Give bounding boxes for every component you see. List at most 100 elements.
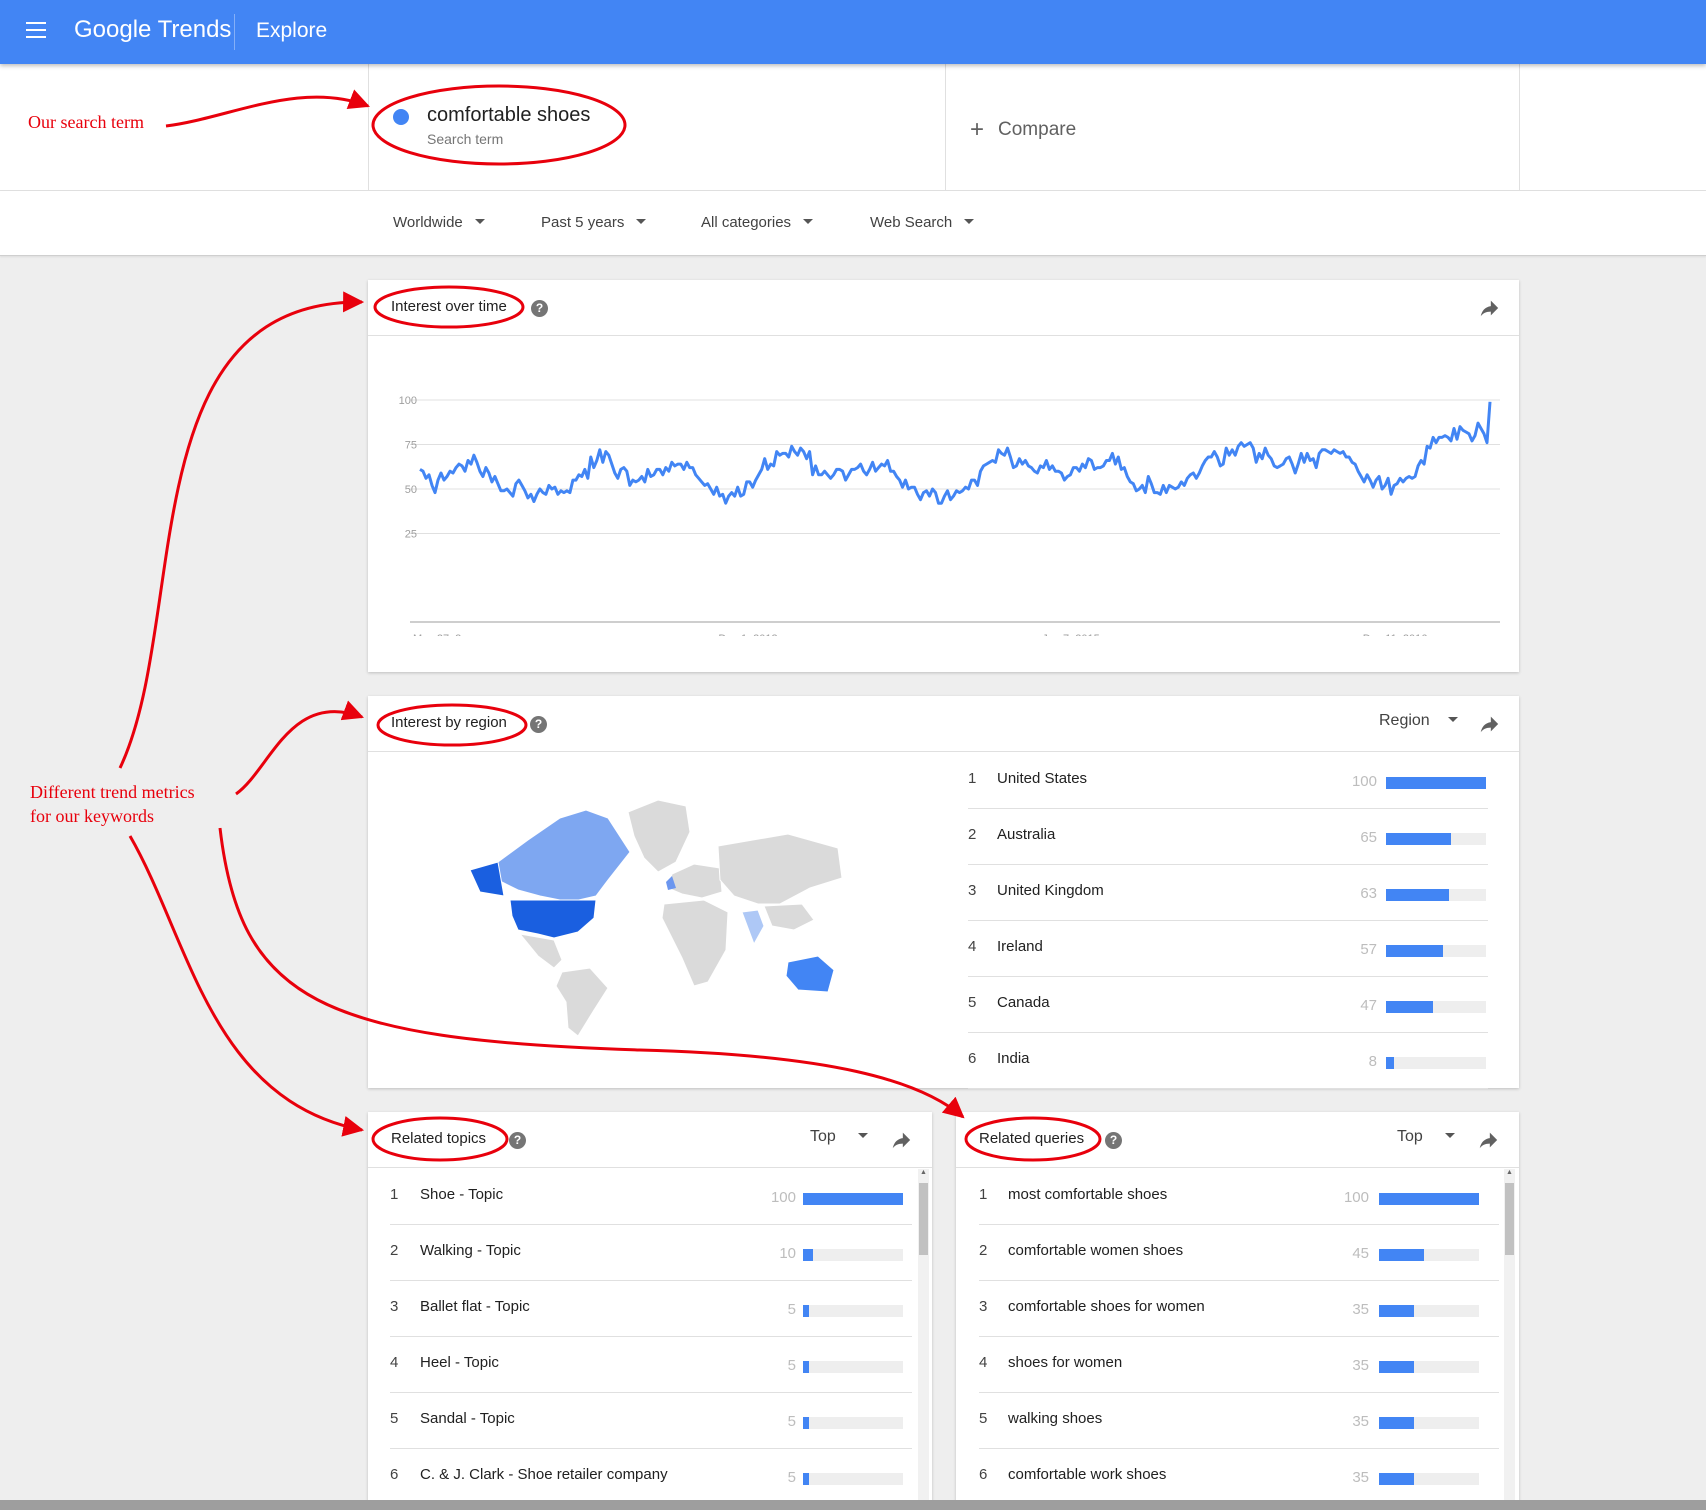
item-label[interactable]: walking shoes [1008,1410,1102,1427]
value-bar [803,1473,903,1485]
scrollbar-thumb[interactable] [1505,1183,1514,1255]
filter-time-label: Past 5 years [541,214,625,231]
caret-down-icon [1444,1133,1455,1138]
item-label[interactable]: shoes for women [1008,1354,1122,1371]
x-tick-label: Dec 1, 2013 [718,633,777,636]
card-title: Interest by region [391,714,507,731]
filter-property[interactable]: Web Search [870,214,975,231]
item-value: 47 [1360,997,1377,1014]
item-label[interactable]: United Kingdom [997,882,1104,899]
scroll-up-icon[interactable]: ▲ [1506,1169,1513,1176]
list-item[interactable]: 4 Heel - Topic 5 [390,1336,912,1393]
scrollbar[interactable]: ▲ [1504,1169,1515,1506]
share-icon[interactable] [1478,713,1500,735]
value-bar [1386,889,1486,901]
list-item[interactable]: 6 comfortable work shoes 35 [979,1448,1499,1505]
value-bar-fill [1379,1361,1414,1373]
annotation-arrow [235,700,364,796]
annotation-arrow [118,291,365,769]
y-tick-label: 100 [399,395,417,407]
queries-dropdown[interactable]: Top [1397,1128,1455,1146]
item-label[interactable]: C. & J. Clark - Shoe retailer company [420,1466,668,1483]
item-label[interactable]: Australia [997,826,1055,843]
search-term-chip[interactable]: comfortable shoes Search term [368,64,946,190]
item-label[interactable]: Canada [997,994,1050,1011]
item-label[interactable]: most comfortable shoes [1008,1186,1167,1203]
item-value: 35 [1352,1301,1369,1318]
item-value: 100 [770,1189,796,1206]
value-bar-fill [1379,1305,1414,1317]
help-icon[interactable]: ? [531,300,548,317]
search-term-text[interactable]: comfortable shoes [427,104,590,127]
item-label[interactable]: comfortable women shoes [1008,1242,1183,1259]
item-rank: 4 [979,1354,988,1371]
dropdown-label: Top [1397,1128,1423,1145]
divider [234,14,235,50]
list-item[interactable]: 3 comfortable shoes for women 35 [979,1280,1499,1337]
list-item[interactable]: 3 United Kingdom 63 [968,864,1488,921]
help-icon[interactable]: ? [509,1132,526,1149]
item-label[interactable]: Walking - Topic [420,1242,521,1259]
value-bar [1386,945,1486,957]
interest-over-time-card: Interest over time ? 100 75 50 25 May 27, 2… [368,280,1519,672]
card-header: Interest by region ? Region [368,696,1519,752]
value-bar-fill [803,1417,809,1429]
list-item[interactable]: 5 Canada 47 [968,976,1488,1033]
help-icon[interactable]: ? [530,716,547,733]
region-dropdown[interactable]: Region [1379,712,1458,730]
item-label[interactable]: comfortable shoes for women [1008,1298,1205,1315]
interest-over-time-chart[interactable]: 100 75 50 25 May 27, 2... Dec 1, 2013 Jun 7, … [368,336,1519,636]
share-icon[interactable] [1477,1129,1499,1151]
annotation-arrow [128,835,365,1137]
item-rank: 5 [390,1410,399,1427]
search-term-type: Search term [427,131,504,147]
item-label[interactable]: Sandal - Topic [420,1410,515,1427]
annotation-search-term: Our search term [28,112,144,132]
item-label[interactable]: Shoe - Topic [420,1186,503,1203]
scrollbar-thumb[interactable] [919,1183,928,1255]
filter-category[interactable]: All categories [701,214,814,231]
list-item[interactable]: 1 United States 100 [968,752,1488,809]
list-item[interactable]: 2 Australia 65 [968,808,1488,865]
caret-down-icon [636,219,647,224]
compare-button[interactable]: + Compare [970,116,1076,144]
item-label[interactable]: Heel - Topic [420,1354,499,1371]
topics-scroll-area: 1 Shoe - Topic 100 2 Walking - Topic 10 3 Balle… [368,1168,932,1506]
filter-time[interactable]: Past 5 years [541,214,647,231]
list-item[interactable]: 4 Ireland 57 [968,920,1488,977]
item-label[interactable]: Ballet flat - Topic [420,1298,530,1315]
caret-down-icon [803,219,814,224]
value-bar [1379,1193,1479,1205]
topics-dropdown[interactable]: Top [810,1128,868,1146]
list-item[interactable]: 1 most comfortable shoes 100 [979,1168,1499,1225]
share-icon[interactable] [1478,297,1500,319]
list-item[interactable]: 6 India 8 [968,1032,1488,1089]
value-bar [1379,1305,1479,1317]
value-bar [803,1249,903,1261]
list-item[interactable]: 1 Shoe - Topic 100 [390,1168,912,1225]
window-bottom-edge [0,1500,1706,1510]
scrollbar[interactable]: ▲ [918,1169,929,1506]
menu-icon[interactable] [26,22,46,38]
list-item[interactable]: 5 walking shoes 35 [979,1392,1499,1449]
filter-geo[interactable]: Worldwide [393,214,485,231]
list-item[interactable]: 6 C. & J. Clark - Shoe retailer company 5 [390,1448,912,1505]
list-item[interactable]: 2 comfortable women shoes 45 [979,1224,1499,1281]
item-label[interactable]: comfortable work shoes [1008,1466,1166,1483]
value-bar-fill [1386,777,1486,789]
app-logo[interactable]: Google Trends [74,16,231,44]
list-item[interactable]: 2 Walking - Topic 10 [390,1224,912,1281]
item-label[interactable]: India [997,1050,1030,1067]
share-icon[interactable] [890,1129,912,1151]
value-bar [1386,1057,1486,1069]
list-item[interactable]: 5 Sandal - Topic 5 [390,1392,912,1449]
world-map[interactable] [458,792,878,1036]
item-label[interactable]: United States [997,770,1087,787]
help-icon[interactable]: ? [1105,1132,1122,1149]
scroll-up-icon[interactable]: ▲ [920,1169,927,1176]
list-item[interactable]: 3 Ballet flat - Topic 5 [390,1280,912,1337]
item-label[interactable]: Ireland [997,938,1043,955]
list-item[interactable]: 4 shoes for women 35 [979,1336,1499,1393]
value-bar-fill [1386,1057,1394,1069]
series-color-dot [393,109,409,125]
